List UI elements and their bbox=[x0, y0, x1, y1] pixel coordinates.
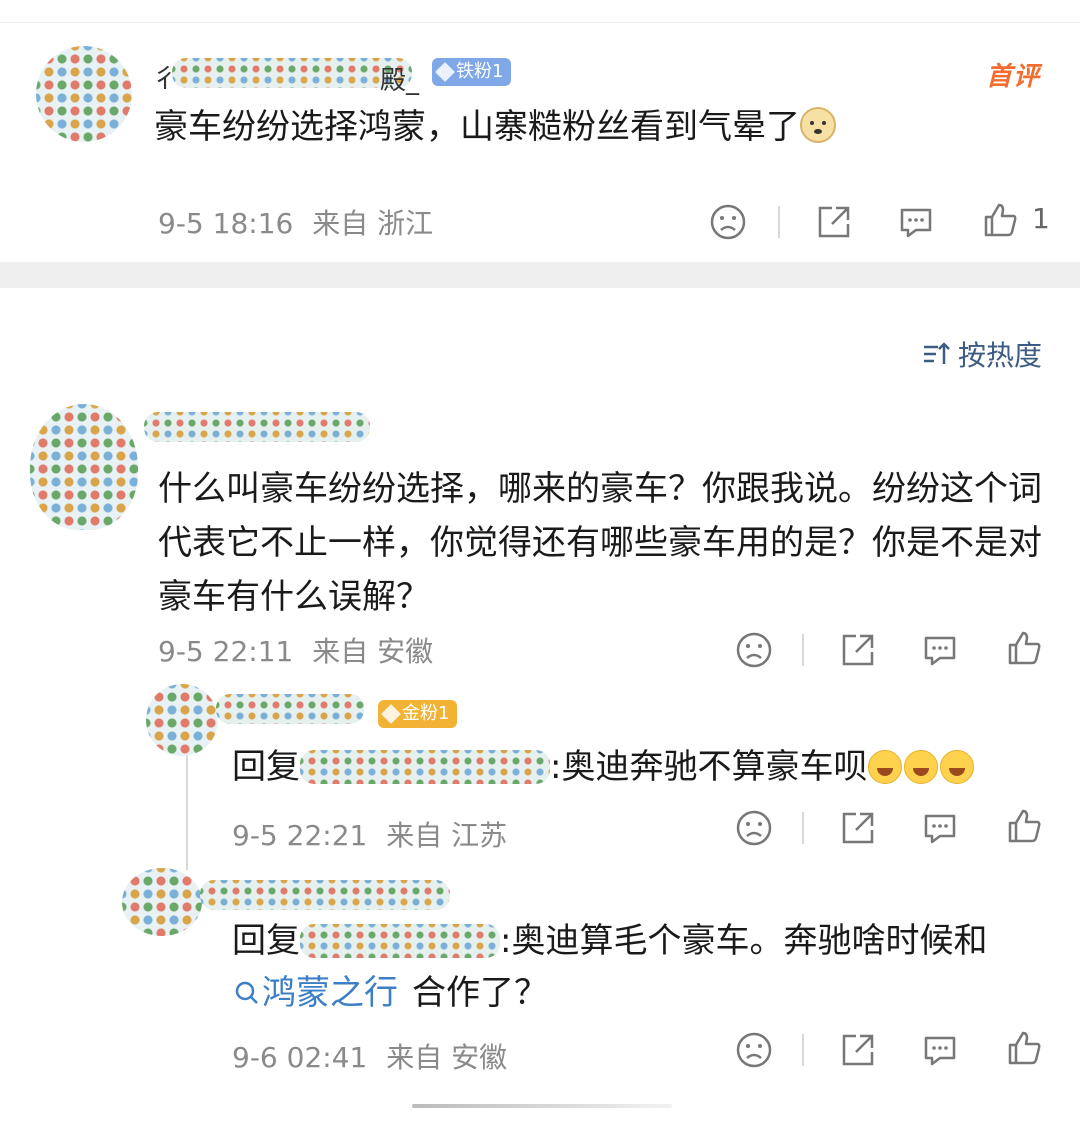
timestamp: 9-5 22:11 bbox=[158, 635, 294, 668]
share-icon[interactable] bbox=[838, 630, 878, 670]
laugh-cry-emoji-icon bbox=[904, 750, 939, 784]
fan-badge-gold[interactable]: 金粉1 bbox=[378, 700, 458, 728]
comment-meta: 9-5 22:21 来自 江苏 bbox=[232, 814, 507, 854]
action-divider bbox=[778, 206, 780, 238]
like-thumb-icon[interactable] bbox=[1004, 806, 1044, 846]
comment-icon[interactable] bbox=[896, 202, 936, 242]
share-icon[interactable] bbox=[814, 202, 854, 242]
username-blurred[interactable] bbox=[172, 58, 412, 88]
location: 来自 江苏 bbox=[386, 819, 508, 852]
laugh-cry-emoji-icon bbox=[868, 750, 903, 784]
diamond-icon bbox=[381, 704, 401, 724]
diamond-icon bbox=[435, 62, 455, 82]
sad-face-icon[interactable] bbox=[734, 808, 774, 848]
location: 来自 安徽 bbox=[386, 1041, 508, 1074]
laugh-cry-emoji-icon bbox=[940, 750, 975, 784]
sort-icon bbox=[924, 342, 950, 364]
reply-prefix: 回复 bbox=[232, 921, 300, 961]
mention-blurred[interactable] bbox=[300, 750, 550, 784]
like-thumb-icon[interactable] bbox=[1004, 1028, 1044, 1068]
like-thumb-icon[interactable] bbox=[980, 200, 1020, 240]
avatar[interactable] bbox=[146, 684, 218, 756]
reply-text: 回复 :奥迪算毛个豪车。奔驰啥时候和 bbox=[232, 914, 987, 968]
action-divider bbox=[802, 1034, 804, 1066]
action-divider bbox=[802, 812, 804, 844]
share-icon[interactable] bbox=[838, 808, 878, 848]
section-divider bbox=[0, 262, 1080, 288]
username-blurred[interactable] bbox=[144, 412, 370, 442]
search-icon bbox=[235, 981, 258, 1004]
username-blurred[interactable] bbox=[200, 880, 450, 910]
avatar[interactable] bbox=[36, 46, 132, 142]
comment-meta: 9-5 22:11 来自 安徽 bbox=[158, 630, 433, 670]
like-thumb-icon[interactable] bbox=[1004, 628, 1044, 668]
timestamp: 9-5 22:21 bbox=[232, 819, 368, 852]
comment-meta: 9-6 02:41 来自 安徽 bbox=[232, 1036, 507, 1076]
location: 来自 安徽 bbox=[312, 635, 434, 668]
sort-label: 按热度 bbox=[958, 339, 1043, 372]
reply-text: 回复 :奥迪奔驰不算豪车呗 bbox=[232, 740, 975, 794]
username-suffix: 殿_ bbox=[380, 66, 420, 96]
comment-text-body: 豪车纷纷选择鸿蒙，山寨糙粉丝看到气晕了 bbox=[154, 107, 800, 147]
top-edge bbox=[0, 0, 1080, 23]
badge-label: 铁粉1 bbox=[456, 61, 504, 82]
action-divider bbox=[802, 634, 804, 666]
first-comment-tag: 首评 bbox=[986, 62, 1041, 92]
avatar[interactable] bbox=[122, 868, 202, 936]
username-blurred[interactable] bbox=[216, 694, 364, 724]
sort-by-hot-button[interactable]: 按热度 bbox=[920, 334, 1042, 374]
reply-thread-line bbox=[186, 740, 188, 870]
reply-prefix: 回复 bbox=[232, 747, 300, 787]
share-icon[interactable] bbox=[838, 1030, 878, 1070]
comment-icon[interactable] bbox=[920, 630, 960, 670]
avatar[interactable] bbox=[30, 404, 138, 530]
fan-badge-iron[interactable]: 铁粉1 bbox=[432, 58, 512, 86]
comment-meta: 9-5 18:16 来自 浙江 bbox=[158, 202, 433, 242]
mention-blurred[interactable] bbox=[300, 924, 500, 958]
doge-emoji-icon bbox=[800, 107, 836, 143]
comment-text: 什么叫豪车纷纷选择，哪来的豪车？你跟我说。纷纷这个词代表它不止一样，你觉得还有哪… bbox=[158, 469, 1042, 617]
topic-link[interactable]: 鸿蒙之行 bbox=[232, 966, 398, 1020]
timestamp: 9-6 02:41 bbox=[232, 1041, 368, 1074]
sad-face-icon[interactable] bbox=[734, 630, 774, 670]
watermark-strip bbox=[412, 1104, 672, 1108]
sad-face-icon[interactable] bbox=[708, 202, 748, 242]
comment-text: 豪车纷纷选择鸿蒙，山寨糙粉丝看到气晕了 bbox=[154, 100, 836, 154]
timestamp: 9-5 18:16 bbox=[158, 207, 294, 240]
topic-label: 鸿蒙之行 bbox=[262, 973, 398, 1013]
like-count: 1 bbox=[1032, 202, 1050, 235]
reply-body-end: 合作了？ bbox=[412, 973, 548, 1013]
comment-icon[interactable] bbox=[920, 808, 960, 848]
reply-body: :奥迪奔驰不算豪车呗 bbox=[550, 747, 868, 787]
location: 来自 浙江 bbox=[312, 207, 434, 240]
reply-text-line2: 鸿蒙之行 合作了？ bbox=[232, 966, 548, 1020]
sad-face-icon[interactable] bbox=[734, 1030, 774, 1070]
badge-label: 金粉1 bbox=[402, 703, 450, 724]
comment-icon[interactable] bbox=[920, 1030, 960, 1070]
reply-body: :奥迪算毛个豪车。奔驰啥时候和 bbox=[500, 921, 988, 961]
